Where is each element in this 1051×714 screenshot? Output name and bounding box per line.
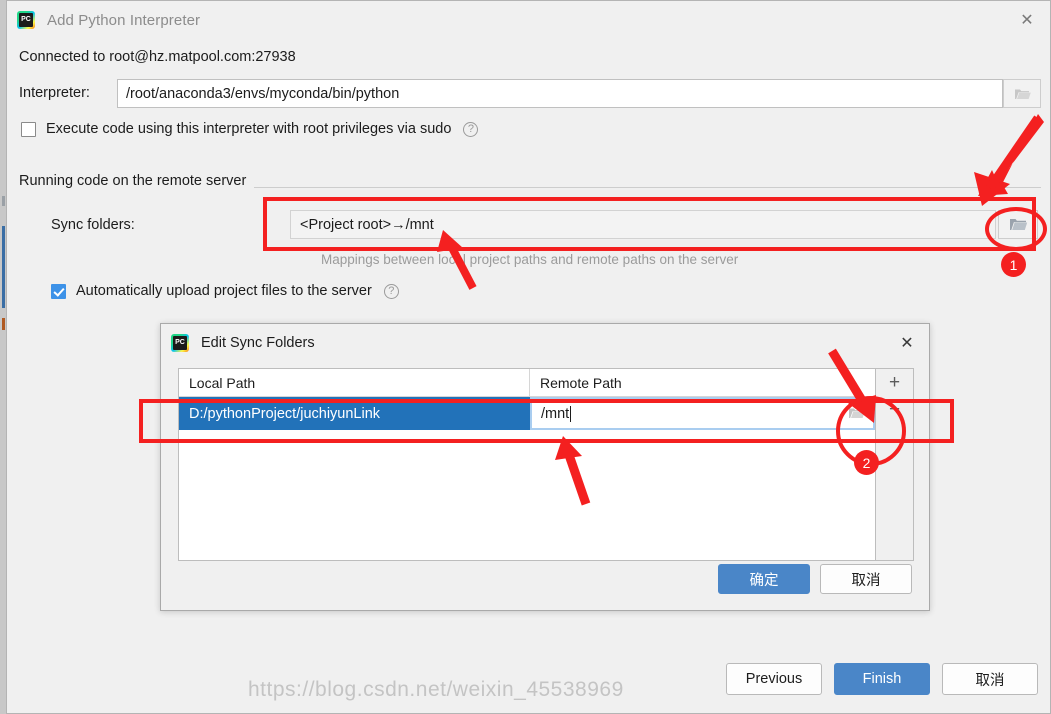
table-header-row: Local Path Remote Path: [179, 369, 875, 397]
background-strip-grey: [2, 196, 5, 206]
cell-local-path[interactable]: D:/pythonProject/juchiyunLink: [179, 397, 530, 430]
remote-server-group-title: Running code on the remote server: [19, 173, 255, 189]
folder-icon[interactable]: [998, 210, 1038, 239]
column-header-local-path: Local Path: [179, 369, 530, 396]
help-icon[interactable]: ?: [463, 121, 479, 137]
close-icon[interactable]: ✕: [885, 324, 929, 362]
background-strip-blue: [2, 226, 5, 308]
folder-icon[interactable]: [1003, 79, 1041, 108]
autoupload-checkbox-row[interactable]: Automatically upload project files to th…: [51, 283, 399, 299]
background-strip-orange: [2, 318, 5, 330]
interpreter-label: Interpreter:: [19, 85, 90, 101]
autoupload-checkbox[interactable]: [51, 283, 66, 299]
table-row[interactable]: D:/pythonProject/juchiyunLink /mnt: [179, 397, 875, 430]
pycharm-icon: [171, 334, 189, 352]
sync-folders-input[interactable]: <Project root>→/mnt: [290, 210, 996, 239]
sync-folders-table: Local Path Remote Path D:/pythonProject/…: [178, 368, 914, 561]
folder-icon[interactable]: [845, 404, 867, 424]
dialog-titlebar: Add Python Interpreter ✕: [7, 1, 1050, 39]
page-title: Add Python Interpreter: [47, 11, 201, 29]
previous-button[interactable]: Previous: [726, 663, 822, 695]
text-caret: [570, 405, 572, 422]
table-side-toolbar: + −: [876, 368, 914, 561]
edit-dialog-footer-buttons: 确定 取消: [718, 564, 912, 594]
interpreter-input[interactable]: /root/anaconda3/envs/myconda/bin/python: [117, 79, 1003, 108]
add-python-interpreter-dialog: Add Python Interpreter ✕ Connected to ro…: [6, 0, 1051, 714]
connection-status-text: Connected to root@hz.matpool.com:27938: [19, 49, 296, 65]
table-body: Local Path Remote Path D:/pythonProject/…: [178, 368, 876, 561]
remove-row-button[interactable]: −: [877, 396, 913, 423]
finish-button[interactable]: Finish: [834, 663, 930, 695]
edit-sync-folders-dialog: Edit Sync Folders ✕ Local Path Remote Pa…: [160, 323, 930, 611]
sudo-checkbox[interactable]: [21, 121, 36, 137]
remote-path-value: /mnt: [541, 405, 570, 422]
autoupload-checkbox-label: Automatically upload project files to th…: [76, 283, 372, 299]
sync-folders-label: Sync folders:: [51, 217, 135, 233]
dialog-footer-buttons: Previous Finish 取消: [726, 663, 1038, 695]
column-header-remote-path: Remote Path: [540, 374, 622, 391]
help-icon[interactable]: ?: [383, 283, 399, 299]
close-icon[interactable]: ✕: [1004, 1, 1050, 39]
edit-dialog-titlebar: Edit Sync Folders ✕: [161, 324, 929, 362]
cancel-button[interactable]: 取消: [820, 564, 912, 594]
remote-path-input[interactable]: /mnt: [532, 399, 873, 428]
sudo-checkbox-row[interactable]: Execute code using this interpreter with…: [21, 121, 479, 137]
edit-dialog-title: Edit Sync Folders: [201, 335, 315, 351]
ok-button[interactable]: 确定: [718, 564, 810, 594]
add-row-button[interactable]: +: [877, 369, 913, 396]
sync-folders-hint: Mappings between local project paths and…: [321, 252, 739, 267]
pycharm-icon: [17, 11, 35, 29]
sudo-checkbox-label: Execute code using this interpreter with…: [46, 121, 452, 137]
cell-remote-path[interactable]: /mnt: [530, 397, 875, 430]
cancel-button[interactable]: 取消: [942, 663, 1038, 695]
